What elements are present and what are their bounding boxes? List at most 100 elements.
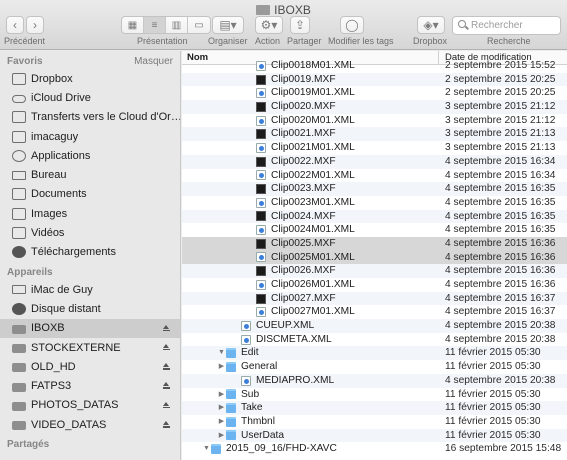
file-row[interactable]: Clip0020.MXF 3 septembre 2015 21:12 [182,100,567,114]
sidebar-item-documents[interactable]: Documents [0,185,180,204]
sidebar-item-dropbox[interactable]: Dropbox [0,69,180,88]
xml-file-icon [241,320,251,331]
coverflow-view-icon[interactable]: ▭ [188,17,210,33]
eject-icon[interactable] [163,421,170,428]
file-name-cell: Clip0027M01.XML [182,305,439,319]
file-date: 4 septembre 2015 16:36 [445,279,556,290]
file-name: General [241,361,278,373]
sidebar-item-t-l-chargements[interactable]: Téléchargements [0,243,180,262]
sidebar-item-video-datas[interactable]: VIDEO_DATAS [0,415,180,434]
file-row[interactable]: Clip0019.MXF 2 septembre 2015 20:25 [182,72,567,87]
sidebar-item-images[interactable]: Images [0,204,180,223]
window-title: IBOXB [0,3,567,17]
xml-file-icon [256,142,266,153]
sidebar-item-stockexterne[interactable]: STOCKEXTERNE [0,338,180,357]
file-row[interactable]: Clip0018M01.XML 2 septembre 2015 15:52 [182,59,567,73]
folder-icon [256,5,271,15]
file-row[interactable]: Clip0023M01.XML 4 septembre 2015 16:35 [182,196,567,210]
sidebar-item-imac-de-guy[interactable]: iMac de Guy [0,280,180,299]
devices-heading: Appareils [7,266,53,278]
xml-file-icon [256,225,266,236]
list-view-icon[interactable]: ≡ [144,17,166,33]
disclosure-closed-icon[interactable]: ▶ [217,429,226,443]
file-row[interactable]: ▶ Thmbnl 11 février 2015 05:30 [182,415,567,429]
file-row[interactable]: Clip0026.MXF 4 septembre 2015 16:36 [182,264,567,278]
file-row[interactable]: Clip0019M01.XML 2 septembre 2015 20:25 [182,86,567,100]
drive-icon [12,401,26,411]
folder-icon [226,389,236,400]
file-row[interactable]: ▼ Edit 11 février 2015 05:30 [182,346,567,361]
file-date: 4 septembre 2015 16:35 [445,196,556,208]
disclosure-closed-icon[interactable]: ▶ [217,388,226,402]
icon-view-icon[interactable]: ▦ [122,17,144,33]
file-row[interactable]: MEDIAPRO.XML 4 septembre 2015 20:38 [182,373,567,388]
file-date: 4 septembre 2015 16:34 [445,155,556,167]
xml-file-icon [256,88,266,99]
sidebar-item-icloud-drive[interactable]: iCloud Drive [0,88,180,107]
file-row[interactable]: Clip0024M01.XML 4 septembre 2015 16:35 [182,223,567,237]
sidebar-item-photos-datas[interactable]: PHOTOS_DATAS [0,396,180,415]
action-button[interactable]: ⚙▾ [255,16,283,34]
sidebar-item-label: OLD_HD [31,360,76,373]
arrange-button[interactable]: ▤▾ [212,16,244,34]
eject-icon[interactable] [163,343,170,351]
disclosure-closed-icon[interactable]: ▶ [217,401,226,415]
sidebar-item-label: Bureau [31,169,67,182]
file-row[interactable]: Clip0020M01.XML 3 septembre 2015 21:12 [182,114,567,128]
film-icon [12,227,26,240]
file-row[interactable]: Clip0024.MXF 4 septembre 2015 16:35 [182,209,567,224]
share-button[interactable]: ⇪ [290,16,310,34]
file-row[interactable]: ▶ Take 11 février 2015 05:30 [182,401,567,415]
file-row[interactable]: Clip0021M01.XML 3 septembre 2015 21:13 [182,141,567,155]
sidebar-item-label: iCloud Drive [31,91,91,104]
file-row[interactable]: Clip0025M01.XML 4 septembre 2015 16:36 [182,250,567,265]
drive-icon [12,344,26,353]
file-row[interactable]: Clip0026M01.XML 4 septembre 2015 16:36 [182,278,567,292]
eject-icon[interactable] [163,401,170,409]
xml-file-icon [256,252,266,263]
file-row[interactable]: Clip0027.MXF 4 septembre 2015 16:37 [182,291,567,306]
sidebar-item-vid-os[interactable]: Vidéos [0,223,180,242]
file-name-cell: Clip0025M01.XML [182,251,439,265]
hide-favorites-button[interactable]: Masquer [134,56,173,67]
file-row[interactable]: Clip0027M01.XML 4 septembre 2015 16:37 [182,305,567,319]
file-row[interactable]: Clip0022M01.XML 4 septembre 2015 16:34 [182,169,567,183]
forward-button[interactable]: › [26,16,44,34]
sidebar-item-old-hd[interactable]: OLD_HD [0,357,180,376]
sidebar-item-disque-distant[interactable]: Disque distant [0,299,180,318]
file-row[interactable]: ▶ Sub 11 février 2015 05:30 [182,388,567,402]
dropbox-button[interactable]: ◈▾ [417,16,445,34]
file-row[interactable]: ▶ General 11 février 2015 05:30 [182,360,567,374]
eject-icon[interactable] [163,382,170,389]
file-row[interactable]: Clip0023.MXF 4 septembre 2015 16:35 [182,182,567,196]
disclosure-open-icon[interactable]: ▼ [202,442,211,456]
view-switcher[interactable]: ▦ ≡ ▥ ▭ [121,16,211,34]
sidebar-item-bureau[interactable]: Bureau [0,165,180,184]
tags-button[interactable]: ◯ [340,16,364,34]
file-row[interactable]: DISCMETA.XML 4 septembre 2015 20:38 [182,333,567,347]
search-input[interactable]: Rechercher [452,16,561,35]
back-button[interactable]: ‹ [6,16,24,34]
disclosure-open-icon[interactable]: ▼ [217,346,226,360]
column-view-icon[interactable]: ▥ [166,17,188,33]
file-name: Clip0019.MXF [271,73,336,85]
file-date: 4 septembre 2015 16:35 [445,210,556,222]
file-row[interactable]: CUEUP.XML 4 septembre 2015 20:38 [182,319,567,333]
disclosure-closed-icon[interactable]: ▶ [217,360,226,374]
sidebar-item-transferts-vers-le-cloud-d-or[interactable]: Transferts vers le Cloud d'Or… [0,108,180,127]
eject-icon[interactable] [163,324,170,332]
sidebar-item-imacaguy[interactable]: imacaguy [0,127,180,146]
eject-icon[interactable] [163,363,170,370]
sidebar-item-applications[interactable]: Applications [0,146,180,165]
file-row[interactable]: Clip0025.MXF 4 septembre 2015 16:36 [182,236,567,251]
disclosure-closed-icon[interactable]: ▶ [217,415,226,429]
file-row[interactable]: ▼ 2015_09_16/FHD-XAVC 16 septembre 2015 15… [182,442,567,456]
sidebar-item-iboxb[interactable]: IBOXB [0,318,180,338]
file-row[interactable]: Clip0022.MXF 4 septembre 2015 16:34 [182,154,567,169]
file-date: 4 septembre 2015 20:38 [445,374,556,386]
file-row[interactable]: ▶ UserData 11 février 2015 05:30 [182,428,567,443]
sidebar-item-label: PHOTOS_DATAS [31,399,119,412]
file-name: Clip0019M01.XML [271,87,355,99]
file-row[interactable]: Clip0021.MXF 3 septembre 2015 21:13 [182,127,567,142]
sidebar-item-fatps3[interactable]: FATPS3 [0,376,180,395]
